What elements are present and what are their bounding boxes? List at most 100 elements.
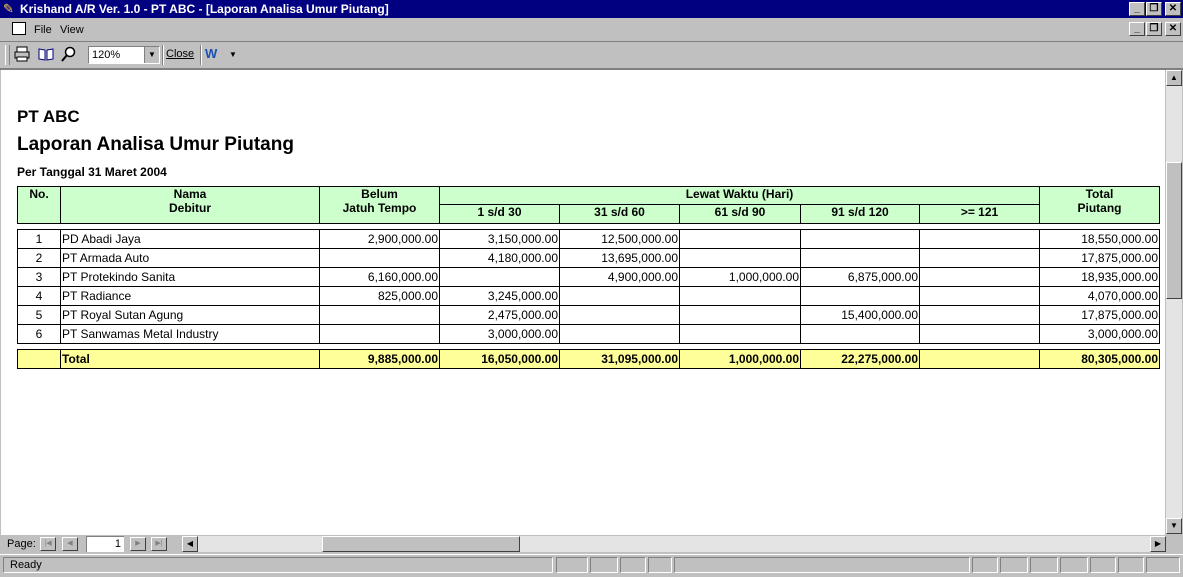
menu-view[interactable]: View [60,24,84,36]
cell-no: 6 [17,324,61,344]
cell-belum: 6,160,000.00 [319,267,440,287]
totals-label: Total [60,349,320,369]
minimize-button[interactable]: _ [1129,2,1145,16]
cell-no: 4 [17,286,61,306]
cell-b4 [800,248,920,268]
horizontal-scrollbar[interactable]: ◀ ▶ [182,536,1166,552]
header-bucket-3: 61 s/d 90 [679,204,801,224]
mdi-minimize-button[interactable]: _ [1129,22,1145,36]
cell-b1: 3,245,000.00 [439,286,560,306]
cell-b2: 4,900,000.00 [559,267,680,287]
horizontal-scroll-thumb[interactable] [322,536,520,552]
cell-belum: 825,000.00 [319,286,440,306]
window-title: Krishand A/R Ver. 1.0 - PT ABC - [Lapora… [20,2,389,16]
export-word-icon[interactable]: W [205,46,217,61]
table-row: 5 PT Royal Sutan Agung 2,475,000.00 15,400,… [17,305,1160,325]
status-panel [648,557,672,573]
status-panel [1118,557,1144,573]
prev-page-icon[interactable]: ◀ [62,537,78,551]
toolbar: 120% ▼ Close W ▼ [0,42,1183,70]
cell-b4: 6,875,000.00 [800,267,920,287]
mdi-window-buttons: _ ❐ ✕ [1128,22,1181,36]
scroll-right-icon[interactable]: ▶ [1150,536,1166,552]
cell-b1 [439,267,560,287]
status-panel [1090,557,1116,573]
cell-b4 [800,324,920,344]
title-bar: ✎ Krishand A/R Ver. 1.0 - PT ABC - [Lapo… [0,0,1183,18]
cell-b1: 2,475,000.00 [439,305,560,325]
table-row: 6 PT Sanwamas Metal Industry 3,000,000.00 3… [17,324,1160,344]
close-preview-button[interactable]: Close [166,48,194,60]
totals-no-cell [17,349,61,369]
print-icon[interactable] [13,46,31,64]
cell-b3 [679,229,801,249]
status-panel [620,557,646,573]
table-row: 4 PT Radiance 825,000.00 3,245,000.00 4,070,… [17,286,1160,306]
page-label: Page: [7,538,36,550]
table-header: No. Nama Debitur Belum Jatuh Tempo Lewat W… [17,186,1160,224]
scroll-down-icon[interactable]: ▼ [1166,518,1182,534]
chevron-down-icon[interactable]: ▼ [144,47,159,63]
next-page-icon[interactable]: ▶ [130,537,146,551]
header-bucket-2: 31 s/d 60 [559,204,680,224]
vertical-scrollbar[interactable]: ▲ ▼ [1166,70,1182,534]
totals-table: Total 9,885,000.00 16,050,000.00 31,095,… [17,349,1160,369]
cell-b5 [919,267,1040,287]
totals-row: Total 9,885,000.00 16,050,000.00 31,095,… [17,349,1160,369]
toolbar-grip [5,45,10,65]
menu-file[interactable]: File [34,24,52,36]
cell-no: 3 [17,267,61,287]
cell-b3: 1,000,000.00 [679,267,801,287]
status-panel [590,557,618,573]
toolbar-separator [200,45,202,65]
table-row: 3 PT Protekindo Sanita 6,160,000.00 4,900,0… [17,267,1160,287]
cell-b2 [559,324,680,344]
cell-b5 [919,286,1040,306]
table-row: 1 PD Abadi Jaya 2,900,000.00 3,150,000.00 12… [17,229,1160,249]
cell-b2 [559,305,680,325]
restore-button[interactable]: ❐ [1146,2,1162,16]
mdi-restore-button[interactable]: ❐ [1146,22,1162,36]
cell-b3 [679,248,801,268]
cell-no: 5 [17,305,61,325]
scroll-up-icon[interactable]: ▲ [1166,70,1182,86]
header-no: No. [17,186,61,224]
document-icon[interactable] [12,22,26,35]
cell-belum [319,324,440,344]
cell-b5 [919,229,1040,249]
magnifier-icon[interactable] [60,46,78,64]
status-panel [1060,557,1088,573]
status-panel [1146,557,1180,573]
menu-bar: File View [0,19,1183,42]
vertical-scroll-thumb[interactable] [1166,162,1182,299]
report-canvas: PT ABC Laporan Analisa Umur Piutang Per … [1,69,1165,535]
scroll-left-icon[interactable]: ◀ [182,536,198,552]
cell-b2: 12,500,000.00 [559,229,680,249]
status-panel [556,557,588,573]
page-number-input[interactable]: 1 [86,536,124,552]
header-bucket-4: 91 s/d 120 [800,204,920,224]
totals-b4: 22,275,000.00 [800,349,920,369]
cell-total: 4,070,000.00 [1039,286,1160,306]
cell-belum [319,248,440,268]
last-page-icon[interactable]: ▶| [151,537,167,551]
mdi-close-button[interactable]: ✕ [1165,22,1181,36]
cell-name: PT Sanwamas Metal Industry [60,324,320,344]
totals-b5 [919,349,1040,369]
book-icon[interactable] [37,46,55,64]
totals-b3: 1,000,000.00 [679,349,801,369]
cell-b5 [919,305,1040,325]
cell-total: 17,875,000.00 [1039,305,1160,325]
close-button[interactable]: ✕ [1165,2,1181,16]
cell-belum: 2,900,000.00 [319,229,440,249]
zoom-select[interactable]: 120% ▼ [88,46,160,64]
cell-b5 [919,248,1040,268]
first-page-icon[interactable]: |◀ [40,537,56,551]
header-bucket-1: 1 s/d 30 [439,204,560,224]
cell-b4 [800,229,920,249]
report-date: Per Tanggal 31 Maret 2004 [17,165,167,179]
cell-b2: 13,695,000.00 [559,248,680,268]
chevron-down-icon[interactable]: ▼ [229,50,237,59]
cell-name: PT Protekindo Sanita [60,267,320,287]
cell-b2 [559,286,680,306]
